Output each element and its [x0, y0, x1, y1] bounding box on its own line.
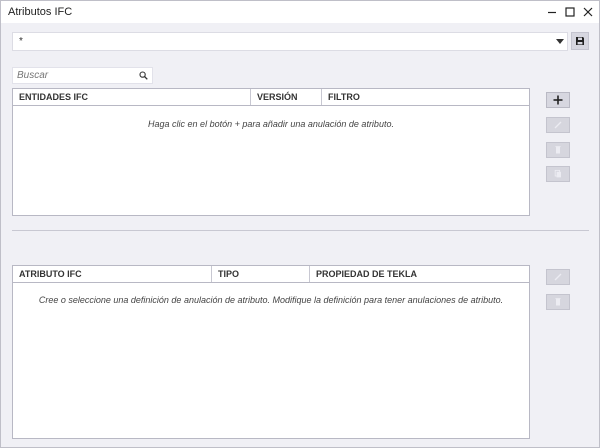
minimize-icon — [548, 11, 556, 14]
save-button[interactable] — [571, 32, 589, 50]
copy-entity-button[interactable] — [546, 166, 570, 182]
close-icon — [583, 7, 593, 17]
floppy-disk-icon — [576, 37, 584, 45]
minimize-button[interactable] — [542, 3, 562, 21]
maximize-icon — [565, 7, 575, 17]
attributes-empty-message: Cree o seleccione una definición de anul… — [38, 295, 504, 305]
column-header-type[interactable]: TIPO — [212, 266, 310, 282]
edit-attribute-button[interactable] — [546, 269, 570, 285]
definition-selector[interactable]: * — [12, 32, 568, 51]
column-header-entities[interactable]: ENTIDADES IFC — [13, 89, 251, 105]
ifc-attributes-table: ATRIBUTO IFC TIPO PROPIEDAD DE TEKLA Cre… — [12, 265, 530, 439]
plus-icon — [553, 95, 563, 105]
maximize-button[interactable] — [560, 3, 580, 21]
search-box[interactable] — [12, 67, 153, 84]
selector-value: * — [19, 36, 23, 47]
window-title: Atributos IFC — [8, 6, 73, 18]
add-entity-button[interactable] — [546, 92, 570, 108]
section-divider — [12, 230, 589, 231]
entities-empty-message: Haga clic en el botón + para añadir una … — [148, 119, 394, 129]
delete-entity-button[interactable] — [546, 142, 570, 158]
pencil-icon — [554, 121, 562, 129]
trash-icon — [555, 298, 561, 306]
close-button[interactable] — [578, 3, 598, 21]
edit-entity-button[interactable] — [546, 117, 570, 133]
ifc-entities-table: ENTIDADES IFC VERSIÓN FILTRO Haga clic e… — [12, 88, 530, 216]
column-header-filter[interactable]: FILTRO — [322, 89, 529, 105]
table-header: ENTIDADES IFC VERSIÓN FILTRO — [13, 89, 529, 106]
ifc-attributes-window: Atributos IFC * ENTIDADES IFC VERSI — [0, 0, 600, 448]
column-header-tekla-property[interactable]: PROPIEDAD DE TEKLA — [310, 266, 529, 282]
chevron-down-icon — [556, 39, 564, 44]
delete-attribute-button[interactable] — [546, 294, 570, 310]
column-header-version[interactable]: VERSIÓN — [251, 89, 322, 105]
table-header: ATRIBUTO IFC TIPO PROPIEDAD DE TEKLA — [13, 266, 529, 283]
column-header-attribute[interactable]: ATRIBUTO IFC — [13, 266, 212, 282]
title-bar[interactable]: Atributos IFC — [1, 1, 599, 23]
trash-icon — [555, 146, 561, 154]
search-input[interactable] — [17, 69, 135, 82]
magnifier-icon[interactable] — [139, 71, 148, 80]
copy-icon — [554, 169, 561, 178]
pencil-icon — [554, 273, 562, 281]
